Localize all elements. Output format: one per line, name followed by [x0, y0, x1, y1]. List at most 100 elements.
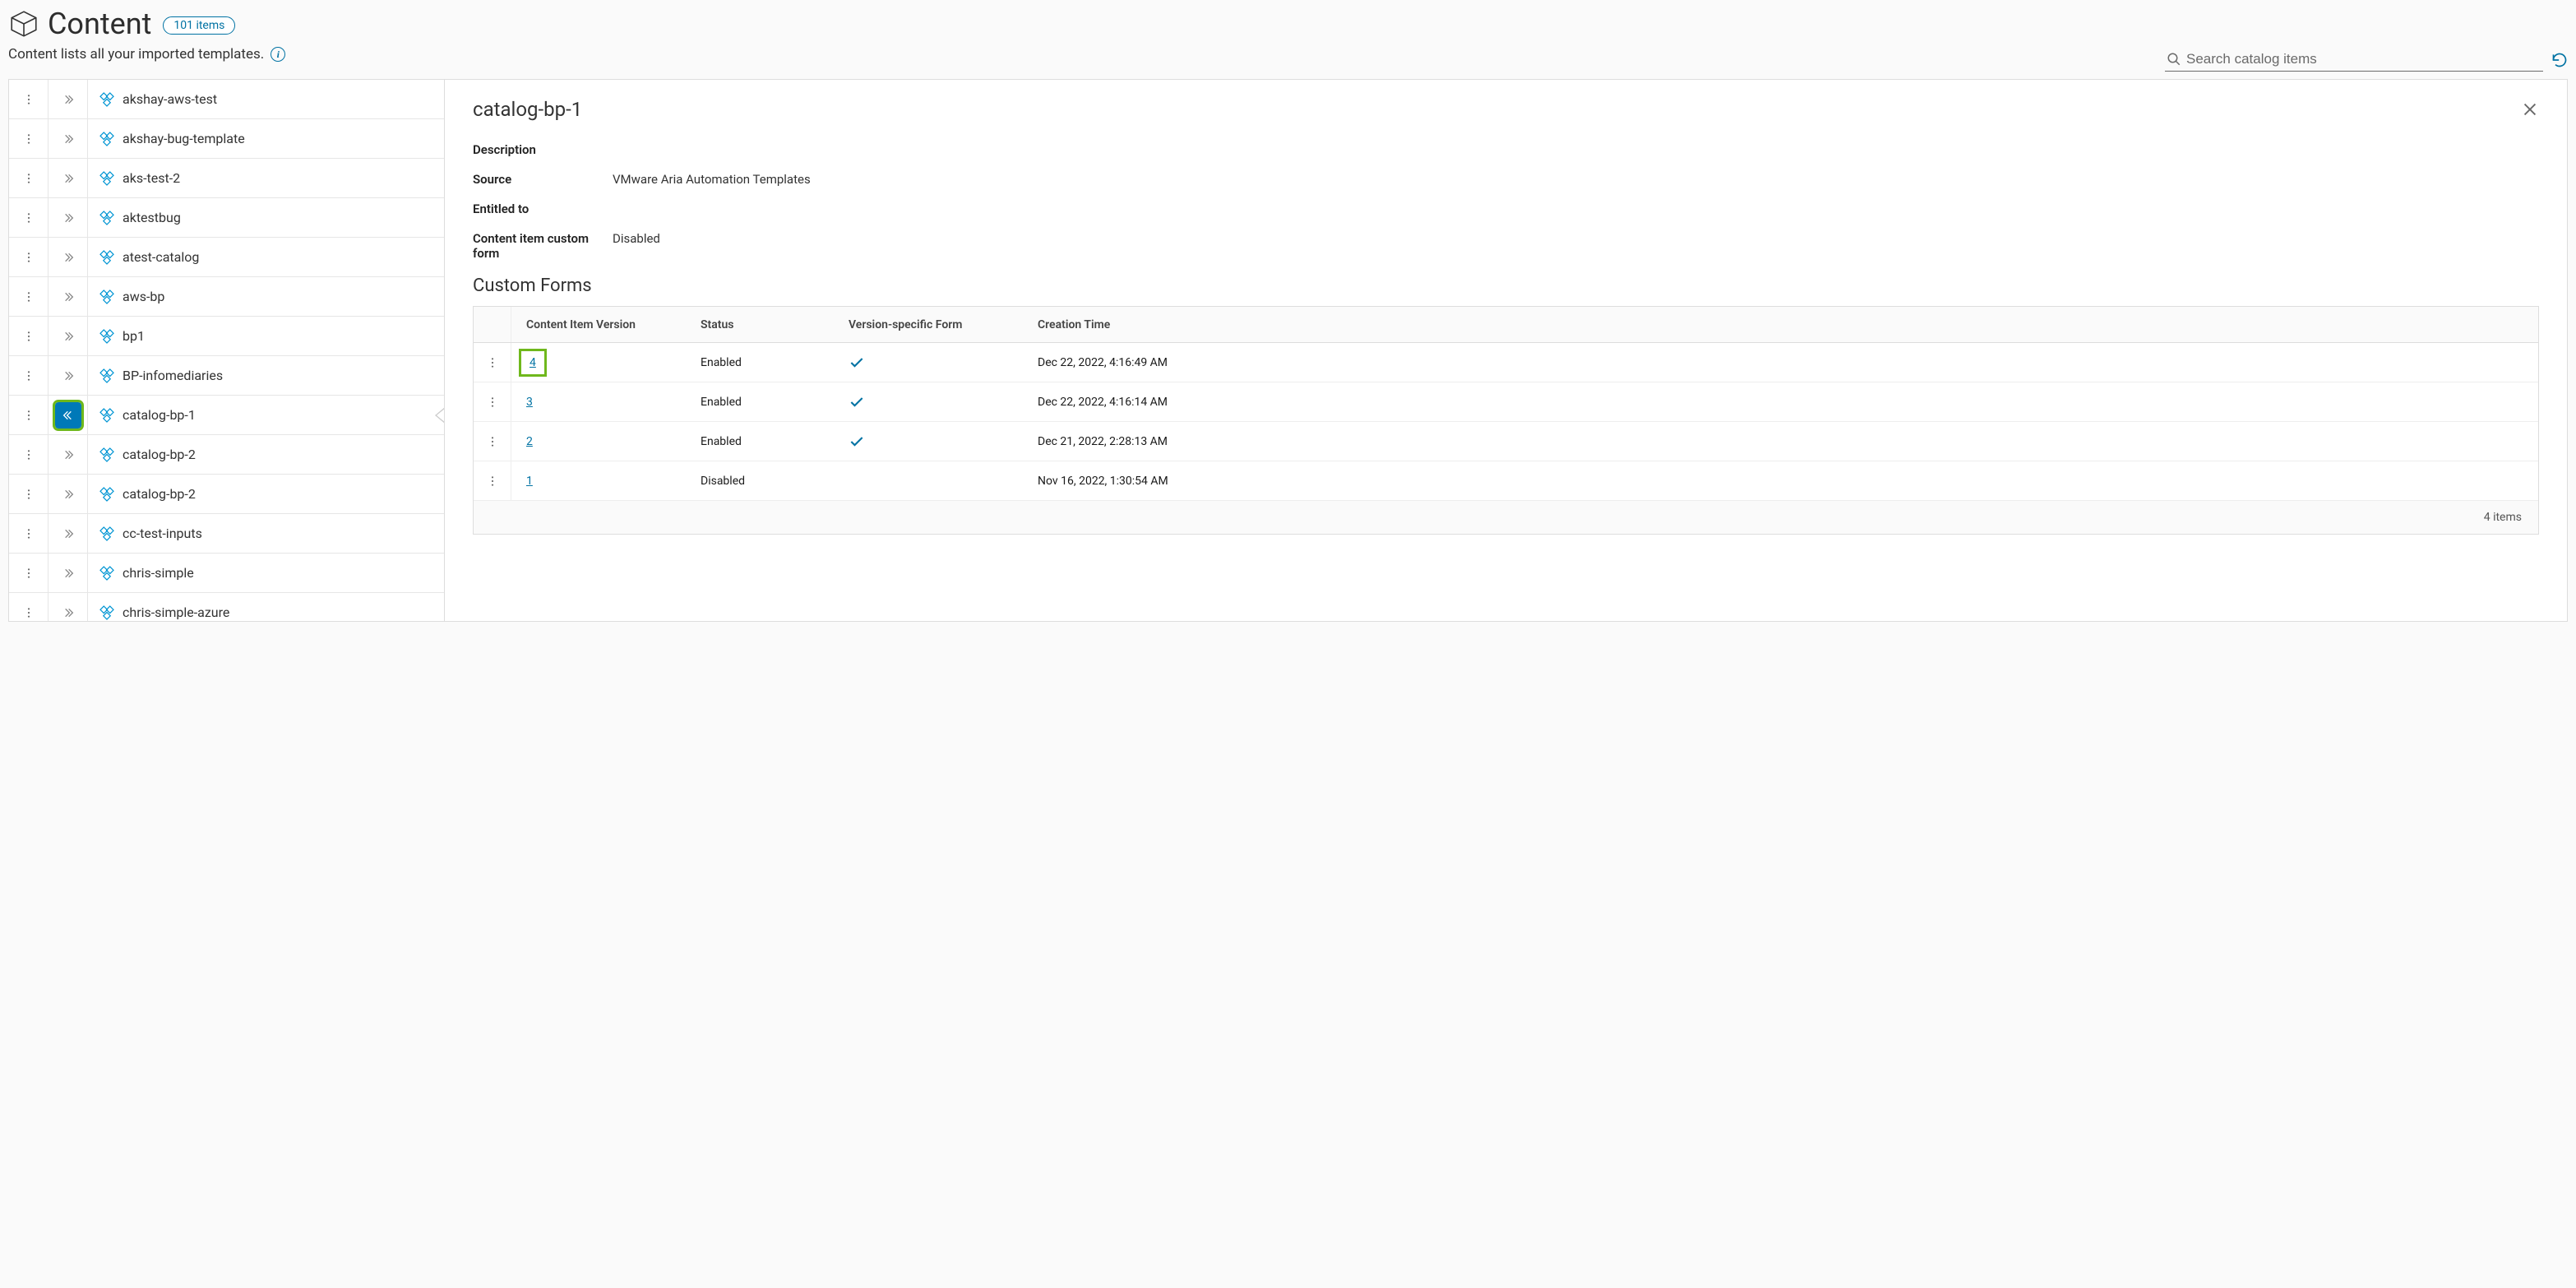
- row-expand-button[interactable]: [49, 277, 88, 316]
- row-name-cell[interactable]: akshay-aws-test: [88, 91, 444, 107]
- row-expand-button[interactable]: [49, 80, 88, 118]
- list-row[interactable]: aks-test-2: [9, 159, 444, 198]
- blueprint-icon: [99, 566, 114, 581]
- row-menu-button[interactable]: [9, 396, 49, 434]
- search-icon: [2167, 52, 2181, 67]
- row-menu-button[interactable]: [9, 435, 49, 474]
- row-name-label: chris-simple-azure: [123, 605, 229, 620]
- version-link[interactable]: 3: [526, 396, 533, 409]
- info-icon[interactable]: i: [271, 47, 285, 62]
- list-row[interactable]: cc-test-inputs: [9, 514, 444, 554]
- list-row[interactable]: catalog-bp-1: [9, 396, 444, 435]
- row-menu-button[interactable]: [9, 119, 49, 158]
- row-expand-button[interactable]: [49, 238, 88, 276]
- list-row[interactable]: catalog-bp-2: [9, 475, 444, 514]
- page-title: Content: [8, 7, 151, 41]
- blueprint-icon: [99, 368, 114, 383]
- cell-version: 1: [511, 475, 701, 488]
- cell-status: Disabled: [701, 475, 849, 488]
- row-name-cell[interactable]: chris-simple: [88, 565, 444, 581]
- row-name-cell[interactable]: atest-catalog: [88, 249, 444, 265]
- row-menu-button[interactable]: [474, 343, 511, 382]
- row-name-cell[interactable]: aks-test-2: [88, 170, 444, 186]
- row-name-cell[interactable]: catalog-bp-2: [88, 447, 444, 462]
- row-expand-button[interactable]: [49, 356, 88, 395]
- row-menu-button[interactable]: [9, 593, 49, 621]
- row-expand-button[interactable]: [49, 396, 88, 434]
- row-menu-button[interactable]: [9, 514, 49, 553]
- row-menu-button[interactable]: [9, 198, 49, 237]
- chevron-right-icon: [62, 330, 75, 343]
- chevron-right-icon: [62, 606, 75, 619]
- content-list-scroll[interactable]: akshay-aws-test akshay-bug-template aks-te…: [9, 80, 444, 621]
- row-name-cell[interactable]: aktestbug: [88, 210, 444, 225]
- row-expand-button[interactable]: [49, 119, 88, 158]
- row-expand-button[interactable]: [49, 198, 88, 237]
- col-header-version: Content Item Version: [511, 318, 701, 331]
- check-icon: [849, 394, 865, 410]
- list-row[interactable]: chris-simple-azure: [9, 593, 444, 621]
- row-name-cell[interactable]: catalog-bp-1: [88, 407, 444, 423]
- list-row[interactable]: aws-bp: [9, 277, 444, 317]
- row-name-cell[interactable]: aws-bp: [88, 289, 444, 304]
- list-row[interactable]: chris-simple: [9, 554, 444, 593]
- list-row[interactable]: bp1: [9, 317, 444, 356]
- value-source: VMware Aria Automation Templates: [613, 172, 811, 187]
- row-expand-button[interactable]: [49, 317, 88, 355]
- check-icon: [849, 433, 865, 450]
- kebab-icon: [486, 475, 499, 488]
- col-header-form: Version-specific Form: [849, 318, 1038, 331]
- row-menu-button[interactable]: [9, 80, 49, 118]
- row-menu-button[interactable]: [474, 382, 511, 421]
- blueprint-icon: [99, 250, 114, 265]
- row-name-label: bp1: [123, 328, 145, 344]
- row-menu-button[interactable]: [9, 159, 49, 197]
- row-menu-button[interactable]: [9, 317, 49, 355]
- row-name-cell[interactable]: cc-test-inputs: [88, 526, 444, 541]
- close-icon[interactable]: [2521, 100, 2539, 118]
- cell-form: [849, 394, 1038, 410]
- list-row[interactable]: catalog-bp-2: [9, 435, 444, 475]
- search-input-wrap[interactable]: [2165, 48, 2543, 72]
- row-menu-button[interactable]: [9, 356, 49, 395]
- main-area: akshay-aws-test akshay-bug-template aks-te…: [8, 79, 2568, 622]
- version-link[interactable]: 4: [526, 356, 539, 369]
- row-expand-button[interactable]: [49, 593, 88, 621]
- list-row[interactable]: BP-infomediaries: [9, 356, 444, 396]
- refresh-icon[interactable]: [2551, 52, 2568, 68]
- row-name-cell[interactable]: chris-simple-azure: [88, 605, 444, 620]
- col-header-time: Creation Time: [1038, 318, 2538, 331]
- row-menu-button[interactable]: [9, 475, 49, 513]
- cell-form: [849, 354, 1038, 371]
- row-menu-button[interactable]: [9, 277, 49, 316]
- row-expand-button[interactable]: [49, 475, 88, 513]
- kebab-icon: [22, 369, 35, 382]
- version-link[interactable]: 1: [526, 475, 533, 488]
- row-name-cell[interactable]: bp1: [88, 328, 444, 344]
- row-name-label: aks-test-2: [123, 170, 180, 186]
- row-name-cell[interactable]: akshay-bug-template: [88, 131, 444, 146]
- row-expand-button[interactable]: [49, 514, 88, 553]
- list-row[interactable]: atest-catalog: [9, 238, 444, 277]
- row-menu-button[interactable]: [9, 238, 49, 276]
- list-row[interactable]: akshay-bug-template: [9, 119, 444, 159]
- list-row[interactable]: aktestbug: [9, 198, 444, 238]
- row-menu-button[interactable]: [474, 461, 511, 500]
- row-expand-button[interactable]: [49, 159, 88, 197]
- version-link[interactable]: 2: [526, 435, 533, 448]
- row-expand-button[interactable]: [49, 435, 88, 474]
- kebab-icon: [22, 527, 35, 540]
- cell-version: 4: [511, 356, 701, 369]
- col-header-status: Status: [701, 318, 849, 331]
- row-menu-button[interactable]: [9, 554, 49, 592]
- row-expand-button[interactable]: [49, 554, 88, 592]
- row-name-cell[interactable]: BP-infomediaries: [88, 368, 444, 383]
- custom-forms-heading: Custom Forms: [473, 276, 2539, 296]
- search-input[interactable]: [2186, 51, 2541, 67]
- kebab-icon: [22, 606, 35, 619]
- row-name-label: cc-test-inputs: [123, 526, 202, 541]
- row-menu-button[interactable]: [474, 422, 511, 461]
- blueprint-icon: [99, 211, 114, 225]
- list-row[interactable]: akshay-aws-test: [9, 80, 444, 119]
- row-name-cell[interactable]: catalog-bp-2: [88, 486, 444, 502]
